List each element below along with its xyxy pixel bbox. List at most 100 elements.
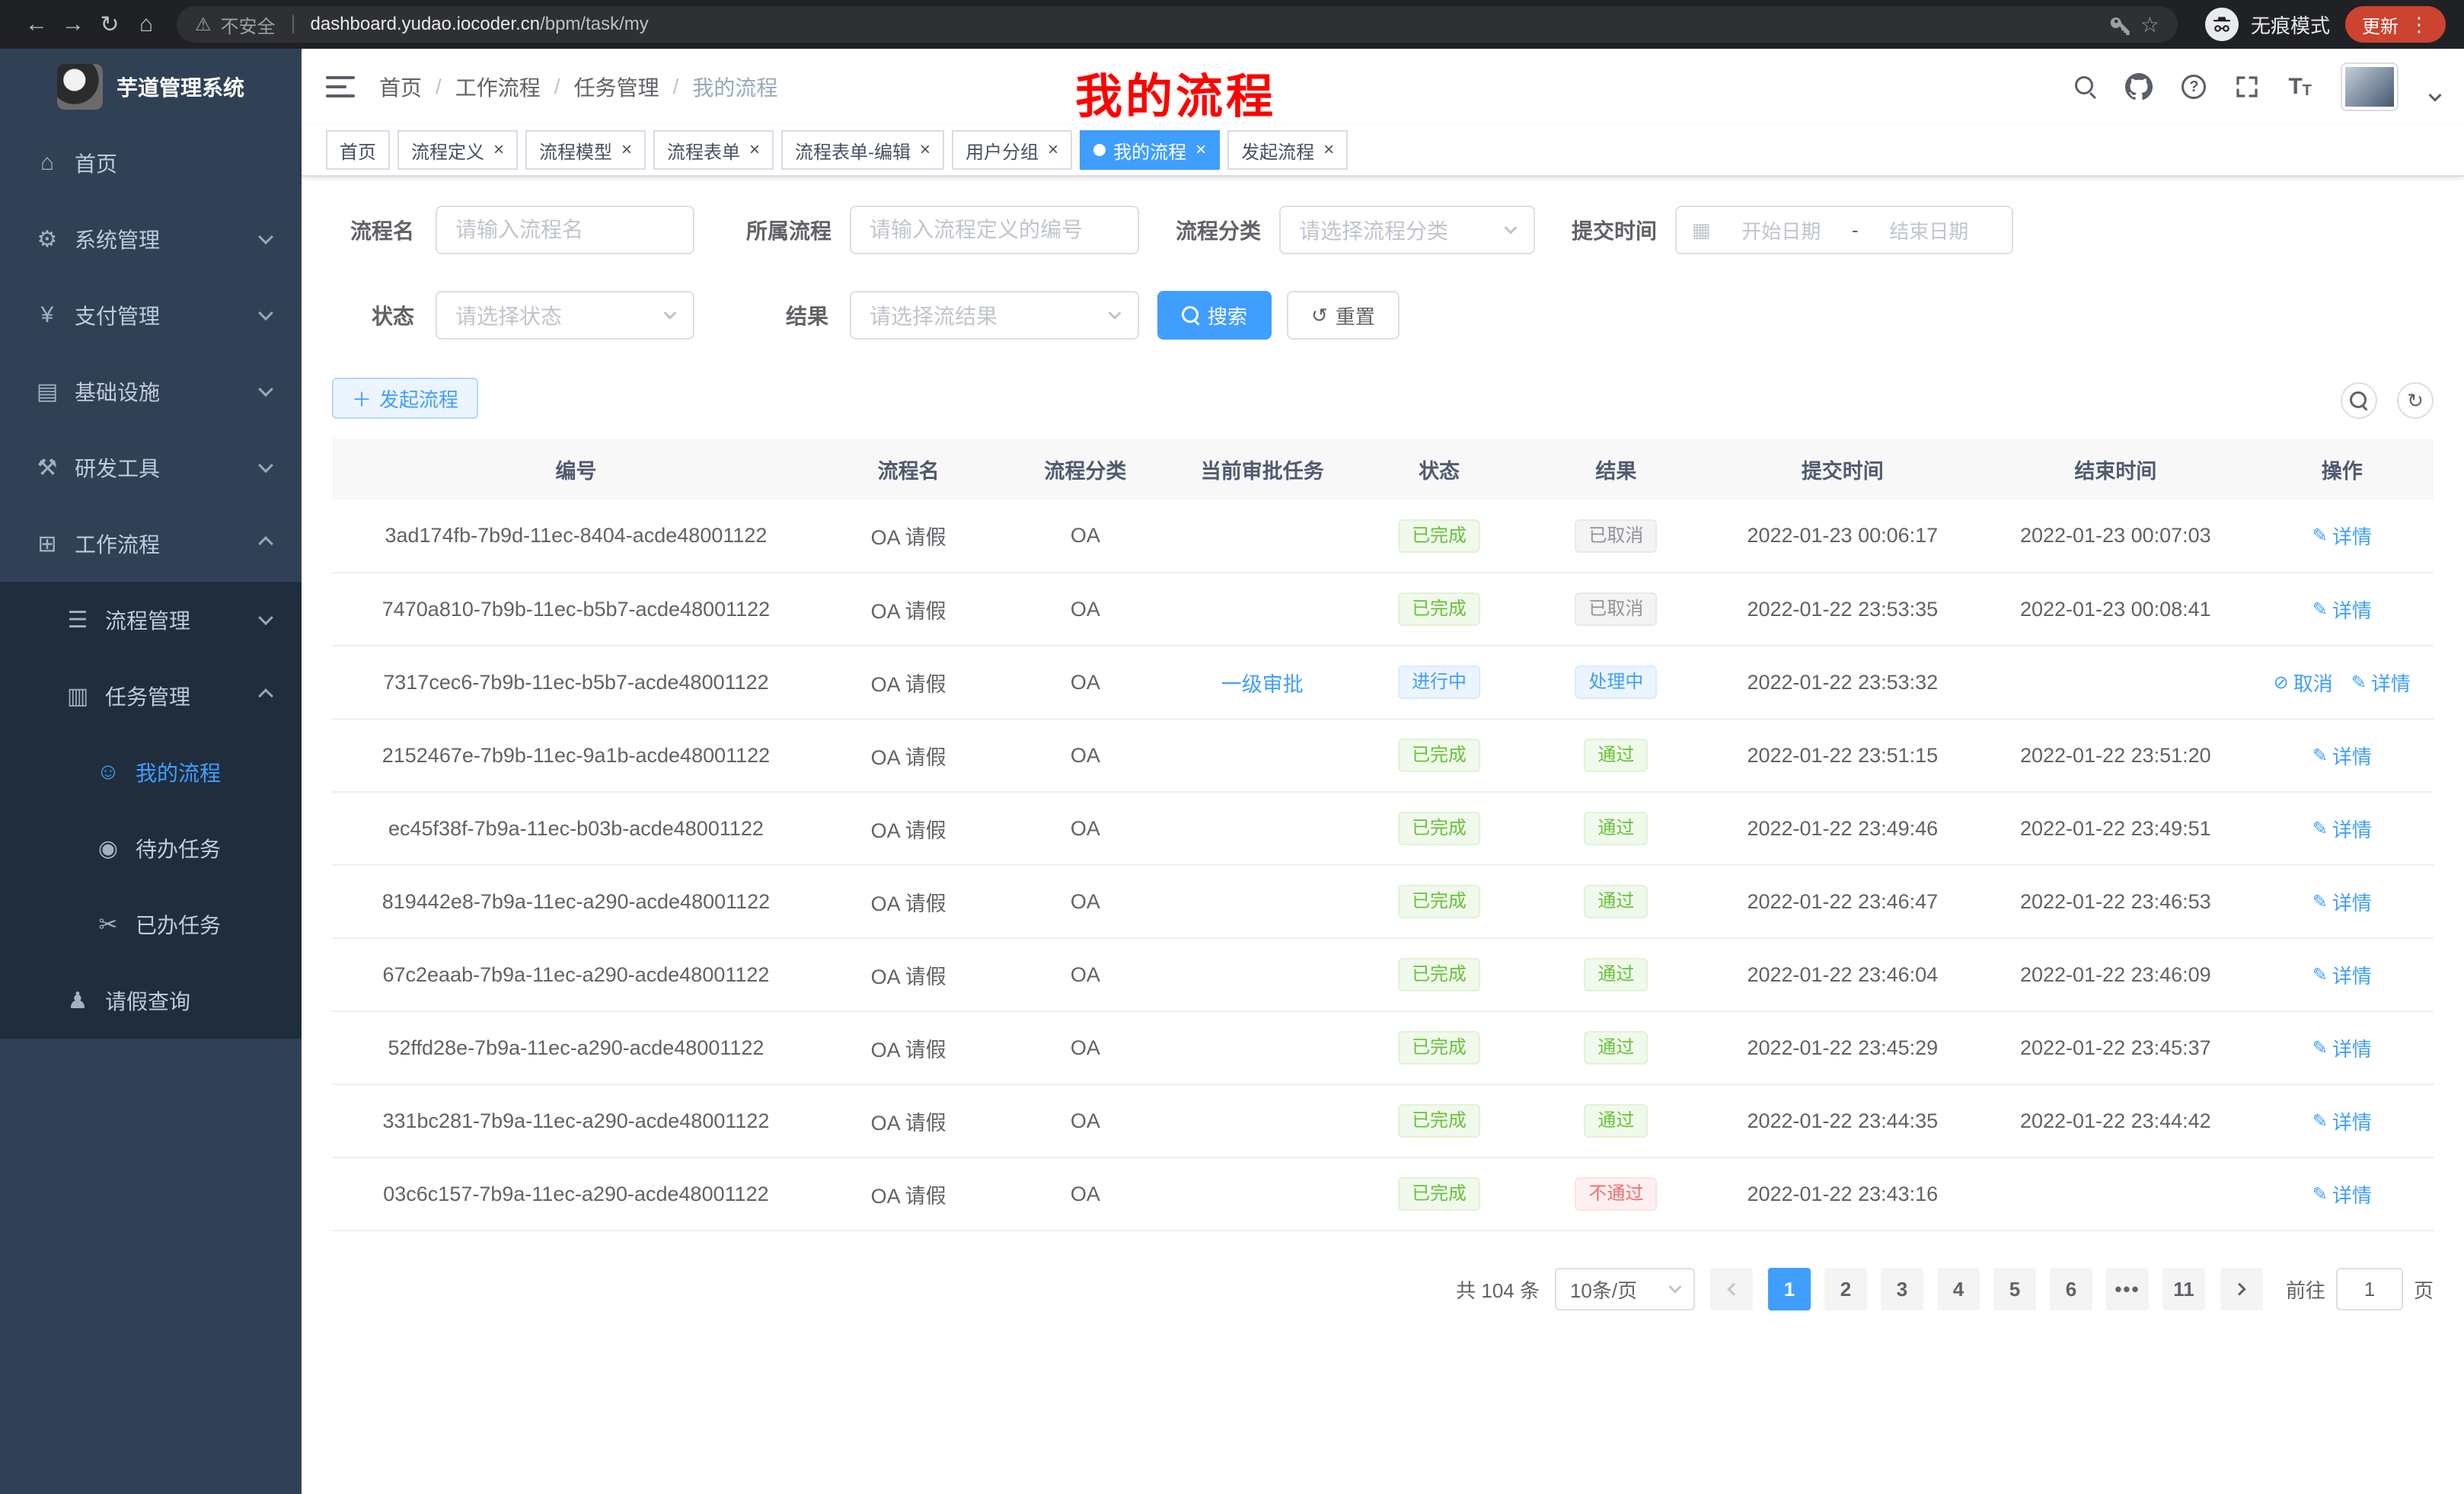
detail-link[interactable]: ✎详情 <box>2312 1180 2372 1208</box>
fullscreen-icon[interactable] <box>2235 75 2259 99</box>
sidebar-item-devtools[interactable]: ⚒ 研发工具 <box>0 429 302 506</box>
bookmark-star-icon[interactable]: ☆ <box>2140 12 2159 37</box>
close-icon[interactable]: × <box>493 141 504 159</box>
sidebar-item-leave-query[interactable]: ♟ 请假查询 <box>0 962 302 1039</box>
chat-icon: ☺ <box>94 759 122 785</box>
security-label[interactable]: 不安全 <box>221 11 276 38</box>
result-select[interactable]: 请选择流结果 <box>850 291 1139 340</box>
browser-forward-icon[interactable]: → <box>55 11 91 37</box>
goto-page-input[interactable] <box>2336 1268 2403 1310</box>
cell-end-time: 2022-01-23 00:08:41 <box>1980 573 2251 646</box>
page-size-select[interactable]: 10条/页 <box>1555 1268 1695 1310</box>
tab-process-definition[interactable]: 流程定义× <box>397 130 518 170</box>
sidebar-item-workflow[interactable]: ⊞ 工作流程 <box>0 506 302 582</box>
sidebar-item-infrastructure[interactable]: ▤ 基础设施 <box>0 353 302 429</box>
detail-link[interactable]: ✎详情 <box>2312 1107 2372 1135</box>
detail-link[interactable]: ✎详情 <box>2312 1034 2372 1062</box>
page-button-1[interactable]: 1 <box>1768 1268 1811 1310</box>
browser-home-icon[interactable]: ⌂ <box>128 11 164 37</box>
app-logo[interactable]: 芋道管理系统 <box>0 49 302 125</box>
sidebar-item-system[interactable]: ⚙ 系统管理 <box>0 201 302 277</box>
task-icon: ▥ <box>64 683 91 710</box>
detail-link[interactable]: ✎详情 <box>2312 522 2372 550</box>
page-button-11[interactable]: 11 <box>2162 1268 2205 1310</box>
help-icon[interactable]: ? <box>2182 75 2206 99</box>
sidebar-menu: ⌂ 首页 ⚙ 系统管理 ¥ 支付管理 ▤ 基础设施 <box>0 125 302 1039</box>
current-task-link[interactable]: 一级审批 <box>1221 673 1304 696</box>
github-icon[interactable] <box>2125 73 2153 101</box>
search-icon[interactable] <box>2075 76 2096 97</box>
tab-process-model[interactable]: 流程模型× <box>525 130 646 170</box>
close-icon[interactable]: × <box>1195 141 1206 159</box>
close-icon[interactable]: × <box>920 141 930 159</box>
page-button-3[interactable]: 3 <box>1881 1268 1923 1310</box>
update-button[interactable]: 更新 ⋮ <box>2345 6 2446 43</box>
cell-name: OA 请假 <box>820 719 997 792</box>
tab-user-group[interactable]: 用户分组× <box>952 130 1072 170</box>
tab-start-process[interactable]: 发起流程× <box>1227 130 1348 170</box>
edit-icon: ✎ <box>2312 891 2328 913</box>
sidebar-item-task-mgmt[interactable]: ▥ 任务管理 <box>0 658 302 734</box>
avatar-caret-icon[interactable] <box>2429 89 2442 102</box>
browser-menu-icon[interactable]: ⋮ <box>2409 13 2429 37</box>
show-search-button[interactable] <box>2341 382 2377 419</box>
cell-submit-time: 2022-01-22 23:44:35 <box>1705 1084 1981 1157</box>
cell-end-time <box>1980 1157 2251 1231</box>
close-icon[interactable]: × <box>1323 141 1334 159</box>
status-select[interactable]: 请选择状态 <box>436 291 694 340</box>
sidebar-item-todo-tasks[interactable]: ◉ 待办任务 <box>0 810 302 886</box>
close-icon[interactable]: × <box>1048 141 1058 159</box>
breadcrumb-item[interactable]: 任务管理 <box>574 72 659 102</box>
page-button-4[interactable]: 4 <box>1937 1268 1980 1310</box>
next-page-button[interactable] <box>2220 1268 2263 1310</box>
cell-current-task <box>1174 1011 1351 1084</box>
detail-link[interactable]: ✎详情 <box>2312 888 2372 916</box>
detail-link[interactable]: ✎详情 <box>2312 742 2372 770</box>
prev-page-button[interactable] <box>1710 1268 1753 1310</box>
page-button-5[interactable]: 5 <box>1993 1268 2036 1310</box>
cell-name: OA 请假 <box>820 1157 997 1231</box>
page-button-2[interactable]: 2 <box>1824 1268 1867 1310</box>
sidebar-item-process-mgmt[interactable]: ☰ 流程管理 <box>0 582 302 658</box>
sidebar-item-home[interactable]: ⌂ 首页 <box>0 125 302 201</box>
page-ellipsis[interactable]: ••• <box>2106 1268 2149 1310</box>
field-label: 流程名 <box>332 215 436 245</box>
tab-process-form[interactable]: 流程表单× <box>653 130 774 170</box>
sidebar-toggle-icon[interactable] <box>326 76 355 97</box>
page-button-6[interactable]: 6 <box>2050 1268 2092 1310</box>
password-key-icon[interactable] <box>2110 14 2131 35</box>
process-definition-input[interactable] <box>870 218 1119 242</box>
font-size-icon[interactable]: TT <box>2288 74 2312 100</box>
tab-process-form-edit[interactable]: 流程表单-编辑× <box>781 130 944 170</box>
detail-link[interactable]: ✎详情 <box>2312 815 2372 843</box>
detail-link[interactable]: ✎详情 <box>2312 595 2372 624</box>
detail-link[interactable]: ✎详情 <box>2351 669 2411 697</box>
cancel-link[interactable]: ⊘取消 <box>2274 669 2333 697</box>
filter-row-2: 状态 请选择状态 结果 请选择流结果 <box>332 291 2434 340</box>
browser-back-icon[interactable]: ← <box>18 11 55 37</box>
tab-home[interactable]: 首页 <box>326 130 390 170</box>
breadcrumb-item[interactable]: 首页 <box>379 72 422 102</box>
search-button[interactable]: 搜索 <box>1157 291 1272 340</box>
refresh-button[interactable]: ↻ <box>2397 382 2434 419</box>
start-process-button[interactable]: ＋ 发起流程 <box>332 378 478 419</box>
close-icon[interactable]: × <box>749 141 760 159</box>
process-table: 编号 流程名 流程分类 当前审批任务 状态 结果 提交时间 结束时间 操作 <box>332 439 2434 1231</box>
result-badge: 处理中 <box>1575 666 1657 699</box>
process-category-select[interactable]: 请选择流程分类 <box>1279 206 1535 254</box>
sidebar-item-done-tasks[interactable]: ✂ 已办任务 <box>0 886 302 962</box>
sidebar-item-my-process[interactable]: ☺ 我的流程 <box>0 734 302 810</box>
breadcrumb-item[interactable]: 工作流程 <box>455 72 541 102</box>
sidebar-item-payment[interactable]: ¥ 支付管理 <box>0 277 302 353</box>
close-icon[interactable]: × <box>621 141 632 159</box>
process-name-input[interactable] <box>455 218 675 242</box>
reset-button[interactable]: ↺ 重置 <box>1287 291 1400 340</box>
avatar[interactable] <box>2341 62 2399 111</box>
browser-reload-icon[interactable]: ↻ <box>91 11 128 38</box>
tab-my-process[interactable]: 我的流程× <box>1080 130 1220 170</box>
incognito-badge: 无痕模式 <box>2205 8 2330 41</box>
submit-time-range-picker[interactable]: ▦ 开始日期 - 结束日期 <box>1675 206 2013 254</box>
address-bar[interactable]: ⚠ 不安全 dashboard.yudao.iocoder.cn/bpm/tas… <box>177 6 2178 43</box>
detail-link[interactable]: ✎详情 <box>2312 961 2372 989</box>
cell-current-task <box>1174 1084 1351 1157</box>
